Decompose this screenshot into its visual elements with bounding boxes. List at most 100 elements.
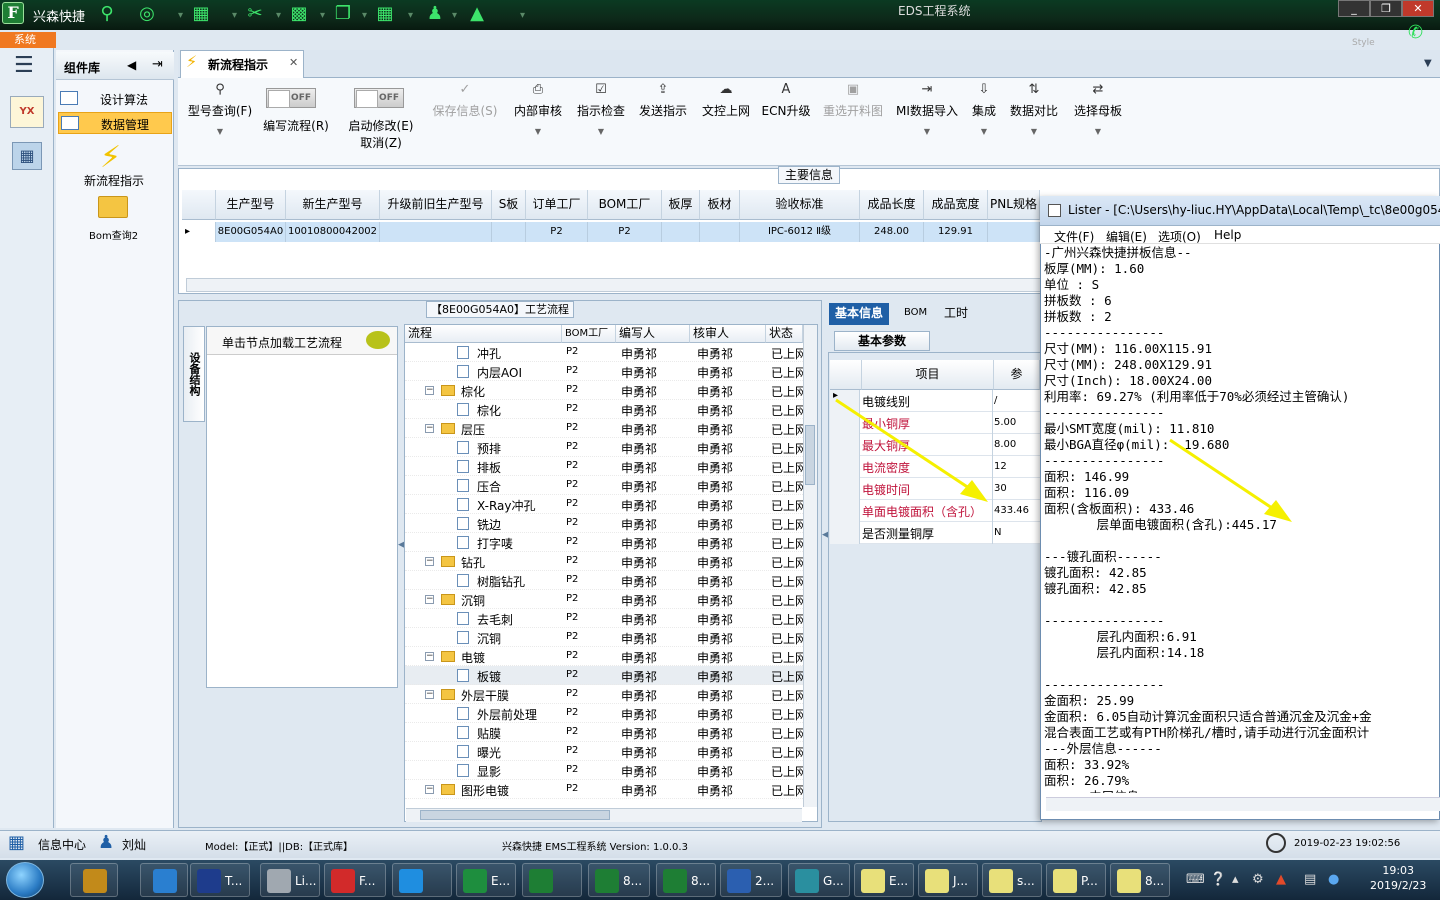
grid-column-header[interactable]: BOM工厂 (588, 190, 662, 220)
collapse-toggle-icon[interactable]: − (425, 785, 434, 794)
collapse-toggle-icon[interactable]: − (425, 595, 434, 604)
tree-column-header[interactable]: 编写人 (616, 325, 690, 343)
param-row[interactable]: ▸ 电镀线别 / (830, 390, 1040, 412)
table-cell[interactable] (380, 222, 492, 242)
scrollbar-thumb[interactable] (805, 425, 815, 485)
reselect-drawing-button[interactable]: ▣ 重选开料图 (818, 82, 888, 119)
grid-icon[interactable]: ▦ (8, 832, 25, 853)
param-value[interactable]: 12 (994, 461, 1007, 472)
tree-row[interactable]: 沉铜 P2 申勇祁 申勇祁 已上网 (405, 628, 803, 647)
tree-row[interactable]: − 图形电镀 P2 申勇祁 申勇祁 已上网 (405, 780, 803, 799)
param-row[interactable]: 电镀时间 30 (830, 478, 1040, 500)
taskbar-button[interactable]: J... (918, 863, 978, 897)
lightning-icon[interactable]: ⚡ (100, 140, 121, 175)
grid-column-header[interactable]: 新生产型号 (286, 190, 380, 220)
menu-edit[interactable]: 编辑(E) (1106, 228, 1147, 245)
grid-column-header[interactable]: 订单工厂 (526, 190, 588, 220)
table-cell[interactable] (662, 222, 700, 242)
tree-row[interactable]: 预排 P2 申勇祁 申勇祁 已上网 (405, 438, 803, 457)
collapse-toggle-icon[interactable]: − (425, 424, 434, 433)
grid-column-header[interactable]: 板材 (700, 190, 740, 220)
table-cell[interactable] (700, 222, 740, 242)
antivirus-icon[interactable]: ▲ (1276, 872, 1286, 887)
row-gutter[interactable] (830, 522, 860, 544)
param-row[interactable]: 最小铜厚 5.00 (830, 412, 1040, 434)
table-cell[interactable]: P2 (588, 222, 662, 242)
table-cell[interactable]: 10010800042002 (286, 222, 380, 242)
chevron-down-icon[interactable]: ▼ (1424, 58, 1432, 69)
collapse-left-icon[interactable]: ◀ (127, 58, 136, 72)
tree-column-header[interactable]: BOM工厂 (562, 325, 616, 343)
row-gutter[interactable] (830, 478, 860, 500)
tree-row[interactable]: 压合 P2 申勇祁 申勇祁 已上网 (405, 476, 803, 495)
ecn-upgrade-button[interactable]: A ECN升级 (760, 82, 812, 119)
tree-row[interactable]: 贴膜 P2 申勇祁 申勇祁 已上网 (405, 723, 803, 742)
chevron-up-icon[interactable]: ▴ (1232, 872, 1239, 887)
comp-item-data-management[interactable]: 数据管理 (58, 112, 172, 134)
write-flow-toggle[interactable]: OFF (266, 88, 316, 108)
taskbar-button[interactable]: F... (324, 863, 386, 897)
internal-review-button[interactable]: ⎙ 内部审核 ▼ (510, 82, 566, 136)
calculator-icon[interactable]: ▦ (12, 142, 42, 170)
grid-column-header[interactable]: 验收标准 (740, 190, 860, 220)
maximize-button[interactable]: ❐ (1370, 0, 1402, 17)
table-cell[interactable] (492, 222, 526, 242)
tree-row[interactable]: − 棕化 P2 申勇祁 申勇祁 已上网 (405, 381, 803, 400)
comp-item-design-algorithm[interactable]: 设计算法 (58, 88, 172, 110)
tab-device-structure[interactable]: 设备结构 (183, 326, 205, 422)
tab-close-icon[interactable]: ✕ (289, 56, 298, 69)
param-value[interactable]: N (994, 527, 1001, 538)
save-info-button[interactable]: ✓ 保存信息(S) (428, 82, 502, 119)
tab-basic-info[interactable]: 基本信息 (829, 303, 890, 325)
tray-clock[interactable]: 19:03 2019/2/23 (1370, 864, 1426, 892)
keyboard-icon[interactable]: ⌨ (1186, 872, 1205, 887)
taskbar-pinned-button[interactable] (140, 863, 188, 897)
table-cell[interactable]: P2 (526, 222, 588, 242)
search-icon[interactable]: ⚲ (96, 3, 118, 25)
chart-icon[interactable]: ▲ (466, 3, 488, 25)
instruction-check-button[interactable]: ☑ 指示检查 ▼ (574, 82, 628, 136)
collapse-toggle-icon[interactable]: − (425, 386, 434, 395)
taskbar-button[interactable]: G... (788, 863, 850, 897)
tree-row[interactable]: − 层压 P2 申勇祁 申勇祁 已上网 (405, 419, 803, 438)
param-row[interactable]: 是否测量铜厚 N (830, 522, 1040, 544)
style-label[interactable]: Style (1352, 38, 1375, 48)
scissors-icon[interactable]: ✂ (244, 3, 266, 25)
minimize-button[interactable]: _ (1338, 0, 1370, 17)
tree-row[interactable]: − 沉铜 P2 申勇祁 申勇祁 已上网 (405, 590, 803, 609)
row-gutter[interactable] (830, 434, 860, 456)
send-instruction-button[interactable]: ⇪ 发送指示 (636, 82, 690, 119)
info-center-link[interactable]: 信息中心 (38, 836, 86, 853)
new-flow-instruction-item[interactable]: 新流程指示 (84, 172, 144, 189)
integrate-button[interactable]: ⇩ 集成 ▼ (966, 82, 1002, 136)
tree-row[interactable]: 去毛刺 P2 申勇祁 申勇祁 已上网 (405, 609, 803, 628)
mi-import-button[interactable]: ⇥ MI数据导入 ▼ (894, 82, 960, 136)
lifebuoy-icon[interactable]: ◎ (136, 3, 158, 25)
taskbar-button[interactable] (392, 863, 452, 897)
menu-file[interactable]: 文件(F) (1054, 228, 1094, 245)
tab-basic-params[interactable]: 基本参数 (834, 331, 930, 351)
taskbar-button[interactable] (522, 863, 582, 897)
pin-icon[interactable]: ⇥ (152, 57, 163, 72)
grid-column-header[interactable]: PNL规格 (988, 190, 1040, 220)
tree-row[interactable]: X-Ray冲孔 P2 申勇祁 申勇祁 已上网 (405, 495, 803, 514)
tree-row[interactable]: 冲孔 P2 申勇祁 申勇祁 已上网 (405, 343, 803, 362)
param-value[interactable]: / (994, 395, 997, 406)
taskbar-pinned-button[interactable] (70, 863, 118, 897)
tab-work-hours[interactable]: 工时 (938, 303, 974, 325)
grid-column-header[interactable]: 成品长度 (860, 190, 924, 220)
copy-icon[interactable]: ❐ (332, 3, 354, 25)
tree-column-header[interactable]: 核审人 (690, 325, 766, 343)
collapse-toggle-icon[interactable]: − (425, 557, 434, 566)
volume-icon[interactable]: ● (1328, 872, 1339, 887)
speech-bubble-icon[interactable] (366, 331, 390, 349)
scrollbar-thumb[interactable] (420, 810, 610, 820)
film-icon[interactable]: ▩ (288, 3, 310, 25)
help-icon[interactable]: ❔ (1210, 872, 1226, 887)
select-mother-board-button[interactable]: ⇄ 选择母板 ▼ (1068, 82, 1128, 136)
tree-row[interactable]: 排板 P2 申勇祁 申勇祁 已上网 (405, 457, 803, 476)
tree-row[interactable]: 外层前处理 P2 申勇祁 申勇祁 已上网 (405, 704, 803, 723)
model-query-button[interactable]: ⚲ 型号查询(F) ▼ (184, 82, 256, 136)
grid-column-header[interactable]: 生产型号 (216, 190, 286, 220)
table-cell[interactable]: 129.91 (924, 222, 988, 242)
